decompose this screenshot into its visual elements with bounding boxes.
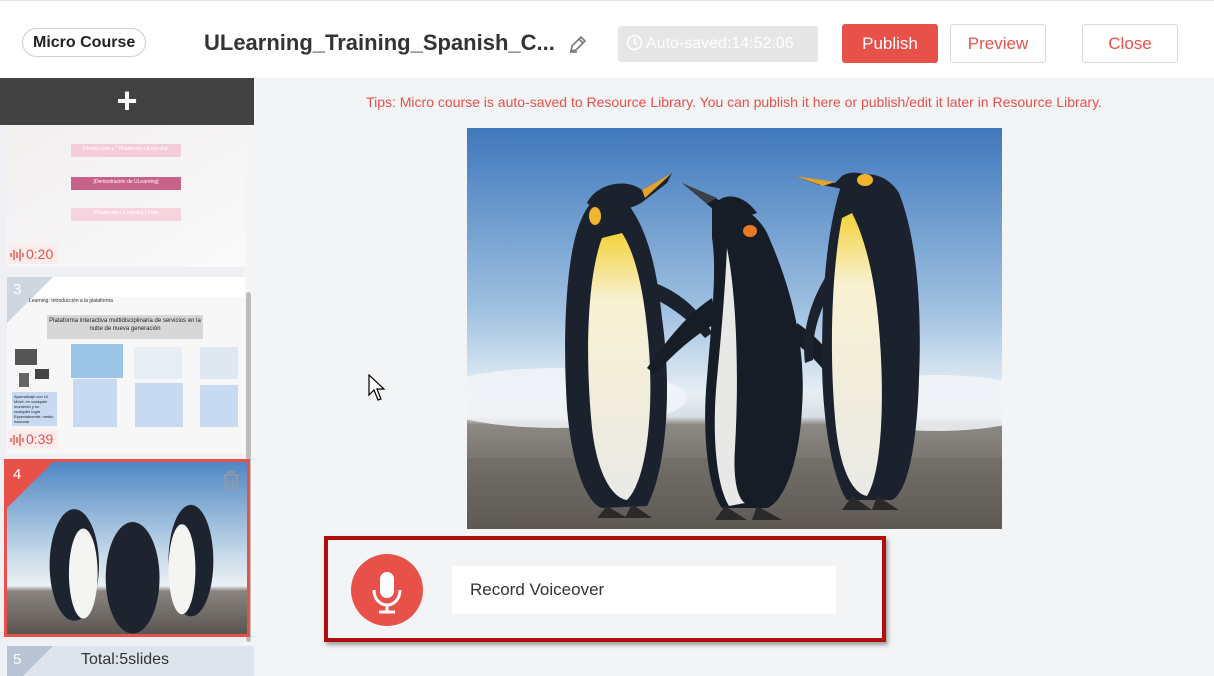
slide-3-caption: Aprendizaje con UI Móvil: en cualquier m… [14, 394, 54, 424]
record-voiceover-label[interactable]: Record Voiceover [452, 566, 836, 614]
slide-thumbnail-4[interactable]: 4 [4, 459, 250, 637]
plus-icon: + [116, 80, 138, 121]
slide-2-duration: 0:20 [8, 244, 59, 264]
tips-text: Tips: Micro course is auto-saved to Reso… [366, 94, 1102, 110]
slide-thumbnail-2[interactable]: Introducción a " Plataforma ULearning" [… [7, 125, 245, 267]
audio-wave-icon [10, 434, 24, 446]
slide-2-text-3: [Plataforma ULearning ] Éxito [93, 210, 159, 216]
publish-button[interactable]: Publish [842, 24, 938, 63]
preview-button[interactable]: Preview [950, 24, 1046, 63]
slide-2-text-2: [Demostración de ULearning] [93, 179, 159, 185]
mouse-cursor-icon [368, 374, 386, 401]
slide-3-duration: 0:39 [8, 429, 59, 449]
autosave-status: Auto-saved:14:52:06 [618, 26, 818, 62]
microphone-icon [372, 572, 402, 614]
slide-number-corner [7, 462, 53, 508]
clock-icon [626, 34, 643, 51]
main-editor: Tips: Micro course is auto-saved to Reso… [254, 78, 1214, 676]
slide-sidebar: + Introducción a " Plataforma ULearning"… [0, 78, 254, 676]
record-microphone-button[interactable] [351, 554, 423, 626]
record-voiceover-panel: Record Voiceover [324, 536, 886, 642]
edit-pencil-icon[interactable] [568, 34, 588, 54]
top-bar: Micro Course ULearning_Training_Spanish_… [0, 0, 1214, 80]
audio-wave-icon [10, 249, 24, 261]
add-slide-button[interactable]: + [0, 78, 254, 125]
slide-4-number: 4 [7, 462, 53, 508]
slide-3-title: Plataforma interactiva multidisciplinari… [49, 318, 201, 332]
slide-5-number: 5 [7, 646, 53, 676]
slide-thumbnail-3[interactable]: 3 Learning: Introducción a la plataforma… [7, 277, 245, 454]
close-button[interactable]: Close [1082, 24, 1178, 63]
total-slides-label: Total:5slides [81, 651, 170, 668]
course-title: ULearning_Training_Spanish_C... [204, 30, 555, 55]
slide-3-header: Learning: Introducción a la plataforma [29, 298, 113, 304]
slide-total-row: 5 Total:5slides [7, 646, 254, 676]
micro-course-badge: Micro Course [22, 28, 147, 57]
slide-2-text-1: Introducción a " Plataforma ULearning" [82, 146, 170, 152]
trash-icon[interactable] [221, 470, 241, 492]
penguins-slide-image [467, 128, 1002, 529]
autosave-text: Auto-saved:14:52:06 [646, 35, 794, 52]
